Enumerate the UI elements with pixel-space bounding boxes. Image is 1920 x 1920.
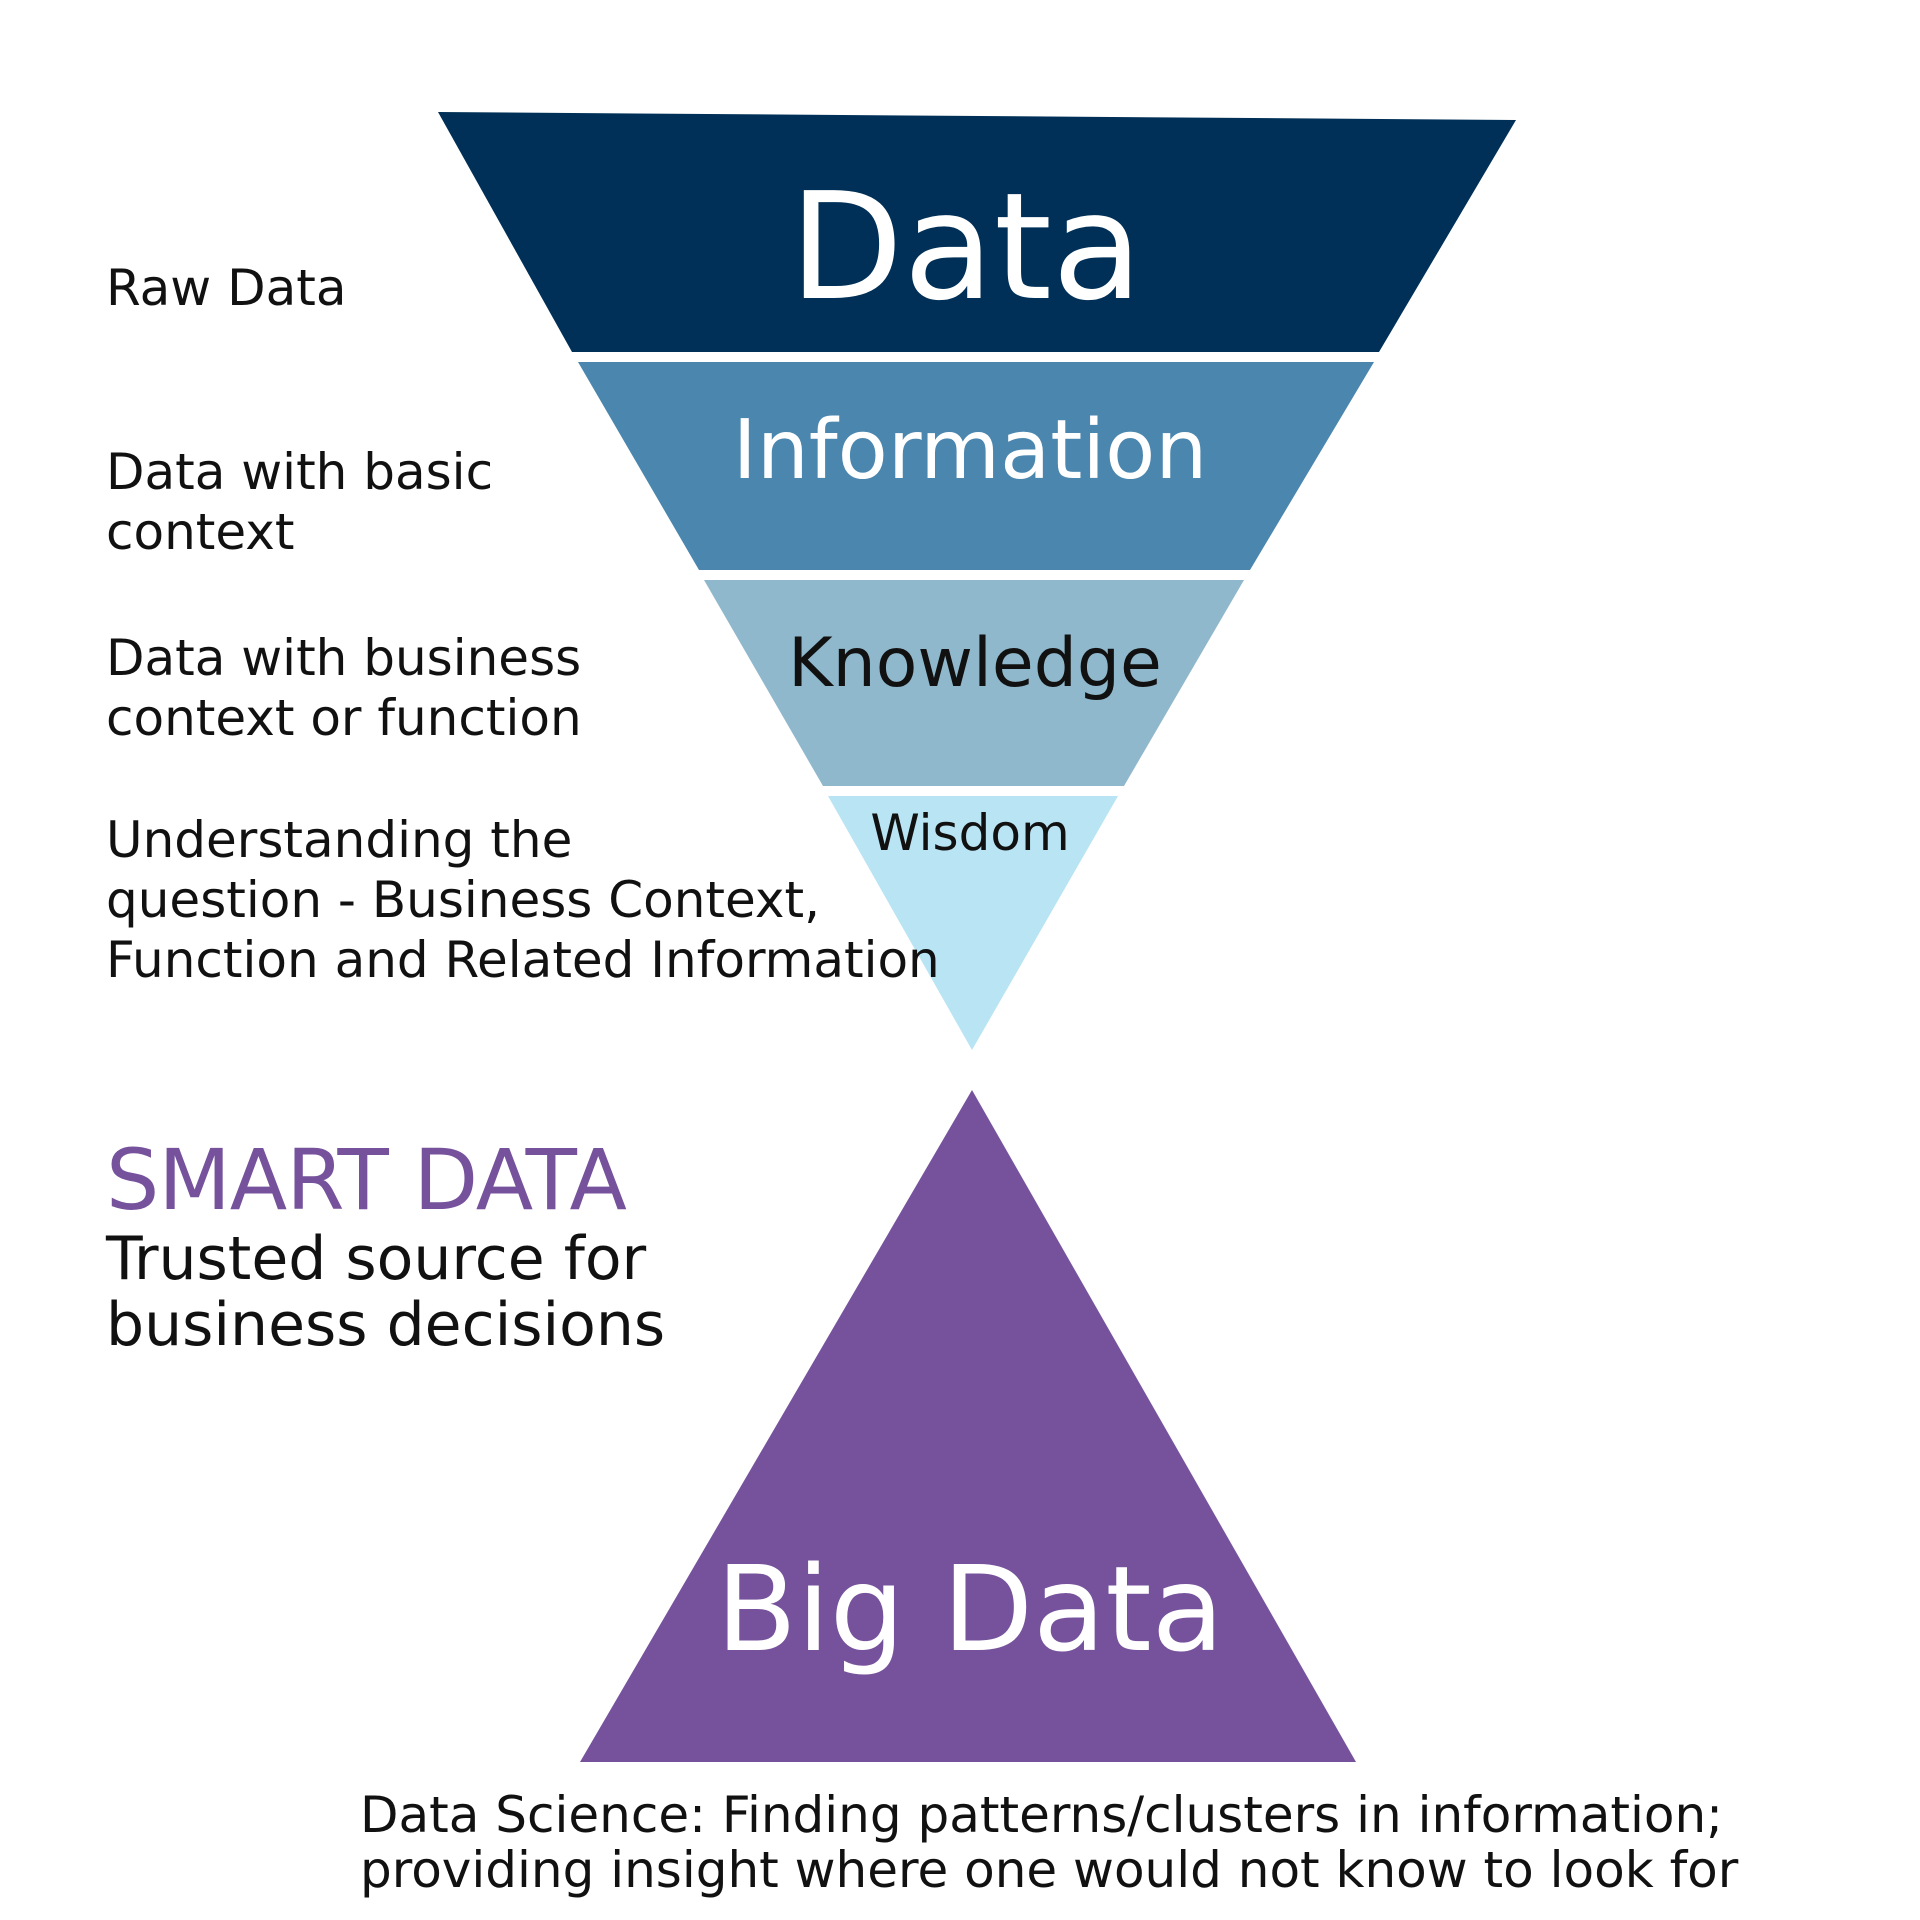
funnel-label-knowledge: Knowledge [788, 624, 1162, 703]
description-wisdom: Understanding the question - Business Co… [106, 811, 940, 989]
description-information: Data with basic context [106, 443, 494, 561]
funnel-label-information: Information [733, 403, 1208, 498]
description-knowledge: Data with business context or function [106, 629, 582, 747]
big-data-label: Big Data [716, 1540, 1224, 1678]
data-science-caption: Data Science: Finding patterns/clusters … [360, 1786, 1739, 1899]
funnel-label-data: Data [789, 161, 1142, 333]
smart-data-title: SMART DATA [106, 1131, 627, 1229]
description-raw-data: Raw Data [106, 259, 347, 317]
smart-data-description: Trusted source for business decisions [106, 1224, 666, 1360]
